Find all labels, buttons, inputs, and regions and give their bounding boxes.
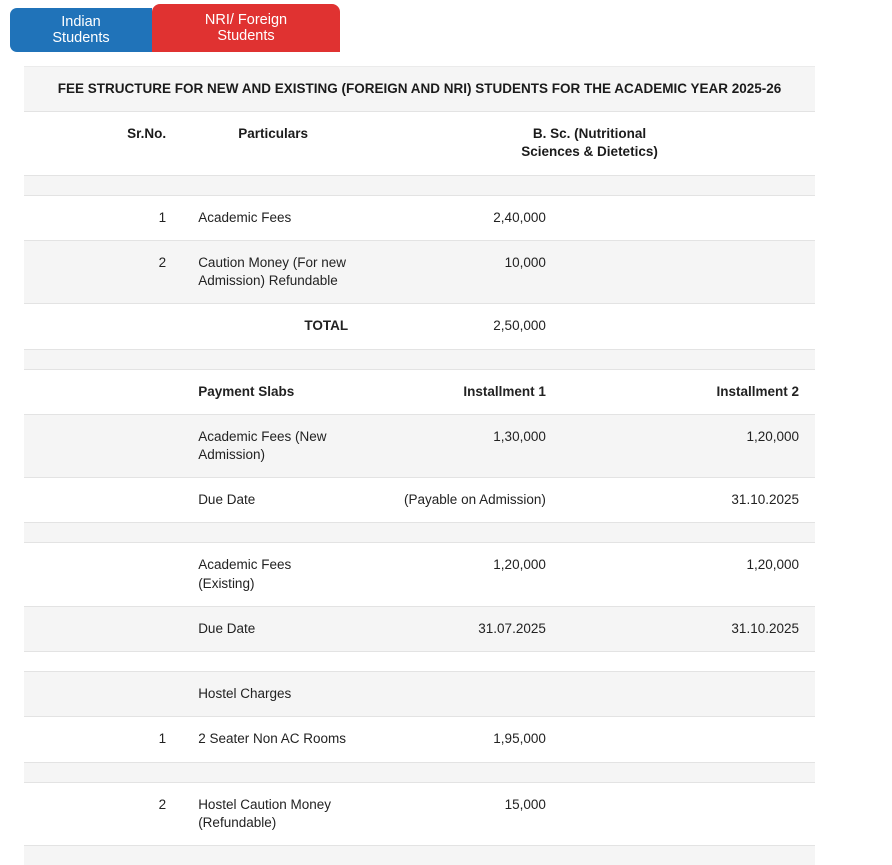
- fee-structure-table: FEE STRUCTURE FOR NEW AND EXISTING (FORE…: [24, 66, 815, 865]
- cell: 1: [158, 209, 167, 225]
- table-title-row: FEE STRUCTURE FOR NEW AND EXISTING (FORE…: [24, 66, 815, 112]
- spacer-cell: [24, 845, 815, 865]
- cell: Academic Fees (New Admission): [198, 428, 327, 462]
- spacer-row: [24, 349, 815, 370]
- cell: Academic Fees: [198, 209, 292, 225]
- cell: 31.07.2025: [478, 620, 546, 636]
- table-title: FEE STRUCTURE FOR NEW AND EXISTING (FORE…: [57, 81, 782, 96]
- spacer-cell: [24, 175, 815, 195]
- table-row: Payment Slabs Installment 1 Installment 2: [24, 369, 815, 414]
- tab-nri-foreign-students[interactable]: NRI/ Foreign Students: [152, 4, 340, 52]
- cell: Hostel Caution Money (Refundable): [198, 796, 332, 830]
- spacer-row: [24, 522, 815, 543]
- cell: 10,000: [504, 254, 546, 270]
- table-row: Academic Fees (New Admission) 1,30,000 1,2…: [24, 414, 815, 478]
- cell: [364, 672, 562, 717]
- cell: [24, 672, 182, 717]
- cell: Hostel Charges: [198, 686, 292, 702]
- table-header-row: Sr.No. Particulars B. Sc. (Nutritional S…: [24, 111, 815, 175]
- cell: 2,40,000: [493, 209, 546, 225]
- cell: [24, 606, 182, 651]
- cell: [562, 304, 815, 349]
- cell: Academic Fees (Existing): [198, 557, 292, 591]
- spacer-cell: [24, 652, 815, 672]
- column-header-course: B. Sc. (Nutritional Sciences & Dietetics…: [364, 112, 815, 175]
- cell: 1: [158, 731, 167, 747]
- spacer-row: [24, 845, 815, 865]
- cell: [24, 414, 182, 477]
- cell: Caution Money (For new Admission) Refund…: [198, 254, 347, 289]
- cell: [24, 478, 182, 523]
- table-row: 2 Hostel Caution Money (Refundable) 15,000: [24, 782, 815, 845]
- spacer-cell: [24, 523, 815, 543]
- cell: [562, 782, 815, 845]
- cell: 1,30,000: [493, 428, 546, 444]
- cell: [24, 369, 182, 414]
- cell: [24, 543, 182, 606]
- cell: Installment 1: [463, 383, 546, 399]
- spacer-row: [24, 175, 815, 196]
- cell: Installment 2: [716, 383, 799, 399]
- table-row: Hostel Charges: [24, 671, 815, 717]
- table-row: Due Date 31.07.2025 31.10.2025: [24, 606, 815, 652]
- spacer-cell: [24, 349, 815, 369]
- cell: [562, 717, 815, 762]
- cell: 31.10.2025: [731, 620, 799, 636]
- table-row: Due Date (Payable on Admission) 31.10.2025: [24, 477, 815, 523]
- cell: 2,50,000: [493, 318, 546, 334]
- spacer-cell: [24, 762, 815, 782]
- cell: Due Date: [198, 620, 256, 636]
- cell: 1,20,000: [746, 428, 799, 444]
- cell: 31.10.2025: [731, 492, 799, 508]
- cell: 2: [158, 796, 167, 812]
- column-header-particulars: Particulars: [238, 126, 309, 142]
- table-row: TOTAL 2,50,000: [24, 303, 815, 349]
- cell: [562, 672, 815, 717]
- cell: [24, 304, 182, 349]
- cell: Payment Slabs: [198, 383, 295, 399]
- cell: TOTAL: [304, 318, 349, 334]
- cell: 2: [158, 254, 167, 270]
- cell: 2 Seater Non AC Rooms: [198, 731, 347, 747]
- table-row: 1 2 Seater Non AC Rooms 1,95,000: [24, 716, 815, 762]
- table-row: Academic Fees (Existing) 1,20,000 1,20,000: [24, 542, 815, 606]
- cell: Due Date: [198, 492, 256, 508]
- cell: 15,000: [504, 796, 546, 812]
- cell: 1,20,000: [746, 557, 799, 573]
- student-type-tabs: Indian Students NRI/ Foreign Students: [0, 0, 892, 52]
- column-header-srno: Sr.No.: [127, 126, 167, 142]
- cell: (Payable on Admission): [404, 492, 546, 508]
- spacer-row: [24, 762, 815, 782]
- cell: 1,20,000: [493, 557, 546, 573]
- cell: 1,95,000: [493, 731, 546, 747]
- spacer-row: [24, 651, 815, 672]
- table-row: 1 Academic Fees 2,40,000: [24, 195, 815, 240]
- course-header-label: B. Sc. (Nutritional Sciences & Dietetics…: [521, 126, 658, 160]
- cell: [562, 195, 815, 240]
- tab-indian-students[interactable]: Indian Students: [10, 8, 152, 52]
- table-row: 2 Caution Money (For new Admission) Refun…: [24, 240, 815, 304]
- cell: [562, 240, 815, 303]
